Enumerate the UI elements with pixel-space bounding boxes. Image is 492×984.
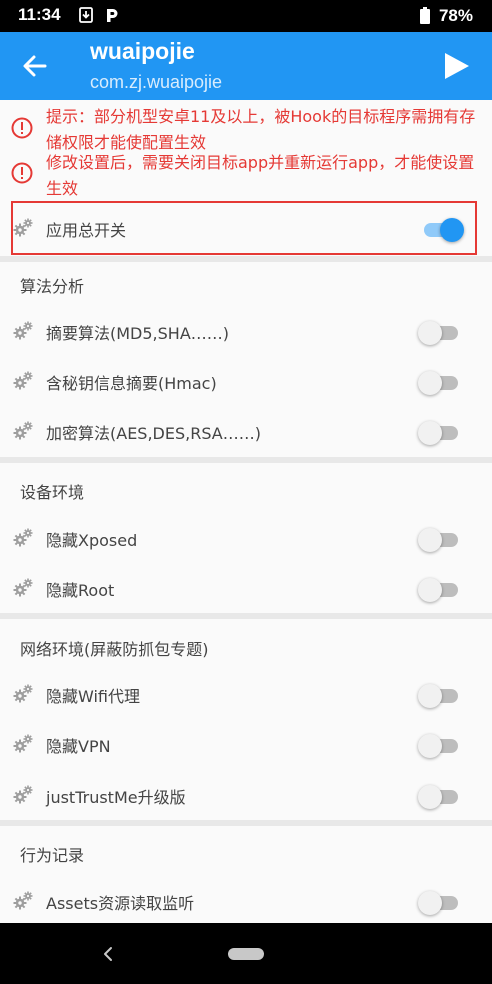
- gears-icon: [12, 420, 34, 442]
- row-label: 隐藏Wifi代理: [46, 687, 140, 706]
- gears-icon: [12, 577, 34, 599]
- battery-percent: 78%: [438, 6, 473, 25]
- section-header-algorithm: 算法分析: [20, 277, 85, 296]
- settings-list: 提示：部分机型安卓11及以上，被Hook的目标程序需拥有存储权限才能使配置生效 …: [0, 100, 492, 923]
- row-label: 摘要算法(MD5,SHA……): [46, 324, 230, 343]
- row-assets-monitor[interactable]: Assets资源读取监听: [0, 876, 492, 923]
- row-label: justTrustMe升级版: [46, 788, 186, 807]
- section-header-device: 设备环境: [20, 483, 85, 502]
- gears-icon: [12, 890, 34, 912]
- row-hide-root[interactable]: 隐藏Root: [0, 563, 492, 613]
- row-label: 加密算法(AES,DES,RSA……): [46, 424, 261, 443]
- notice-text: 修改设置后，需要关闭目标app并重新运行app，才能使设置生效: [46, 153, 475, 198]
- row-label: 含秘钥信息摘要(Hmac): [46, 374, 217, 393]
- row-hide-xposed[interactable]: 隐藏Xposed: [0, 513, 492, 563]
- warning-icon: [11, 117, 33, 139]
- toggle-switch[interactable]: [418, 683, 460, 708]
- gears-icon: [12, 320, 34, 342]
- section-divider: [0, 613, 492, 619]
- toggle-switch[interactable]: [418, 733, 460, 758]
- row-label: 隐藏Root: [46, 581, 115, 600]
- toggle-switch[interactable]: [418, 784, 460, 809]
- gears-icon: [12, 683, 34, 705]
- section-header-behavior: 行为记录: [20, 846, 85, 865]
- battery-icon: [420, 7, 430, 24]
- back-arrow-icon[interactable]: [20, 51, 50, 81]
- gears-icon: [12, 784, 34, 806]
- toggle-switch[interactable]: [418, 370, 460, 395]
- row-label: 隐藏VPN: [46, 737, 111, 756]
- navigation-bar: [0, 923, 492, 984]
- nav-back-icon[interactable]: [100, 945, 116, 963]
- toggle-switch[interactable]: [418, 890, 460, 915]
- notice-storage-permission: 提示：部分机型安卓11及以上，被Hook的目标程序需拥有存储权限才能使配置生效: [0, 104, 492, 156]
- p-app-icon: [107, 9, 118, 22]
- section-divider: [0, 457, 492, 463]
- gears-icon: [12, 370, 34, 392]
- app-title: wuaipojie: [90, 38, 195, 64]
- section-header-network: 网络环境(屏蔽防抓包专题): [20, 640, 209, 659]
- row-digest-algorithm[interactable]: 摘要算法(MD5,SHA……): [0, 306, 492, 356]
- row-hide-wifi-proxy[interactable]: 隐藏Wifi代理: [0, 669, 492, 719]
- status-time: 11:34: [18, 5, 61, 24]
- warning-icon: [11, 162, 33, 184]
- row-label: 隐藏Xposed: [46, 531, 138, 550]
- gears-icon: [12, 527, 34, 549]
- app-bar: wuaipojie com.zj.wuaipojie: [0, 32, 492, 100]
- toggle-switch[interactable]: [418, 577, 460, 602]
- download-icon: [79, 7, 93, 23]
- row-justtrustme[interactable]: justTrustMe升级版: [0, 770, 492, 820]
- section-divider: [0, 820, 492, 826]
- gears-icon: [12, 733, 34, 755]
- notice-text: 提示：部分机型安卓11及以上，被Hook的目标程序需拥有存储权限才能使配置生效: [46, 107, 476, 152]
- highlight-box: [11, 201, 477, 255]
- row-hmac[interactable]: 含秘钥信息摘要(Hmac): [0, 356, 492, 406]
- nav-home-pill[interactable]: [228, 948, 264, 960]
- play-icon[interactable]: [440, 50, 472, 82]
- status-bar: 11:34 78%: [0, 0, 492, 32]
- section-divider: [0, 256, 492, 262]
- row-hide-vpn[interactable]: 隐藏VPN: [0, 719, 492, 769]
- row-encryption-algorithm[interactable]: 加密算法(AES,DES,RSA……): [0, 406, 492, 456]
- toggle-switch[interactable]: [418, 320, 460, 345]
- app-package-name: com.zj.wuaipojie: [90, 72, 223, 92]
- row-label: Assets资源读取监听: [46, 894, 195, 913]
- toggle-switch[interactable]: [418, 420, 460, 445]
- toggle-switch[interactable]: [418, 527, 460, 552]
- notice-restart-app: 修改设置后，需要关闭目标app并重新运行app，才能使设置生效: [0, 150, 492, 202]
